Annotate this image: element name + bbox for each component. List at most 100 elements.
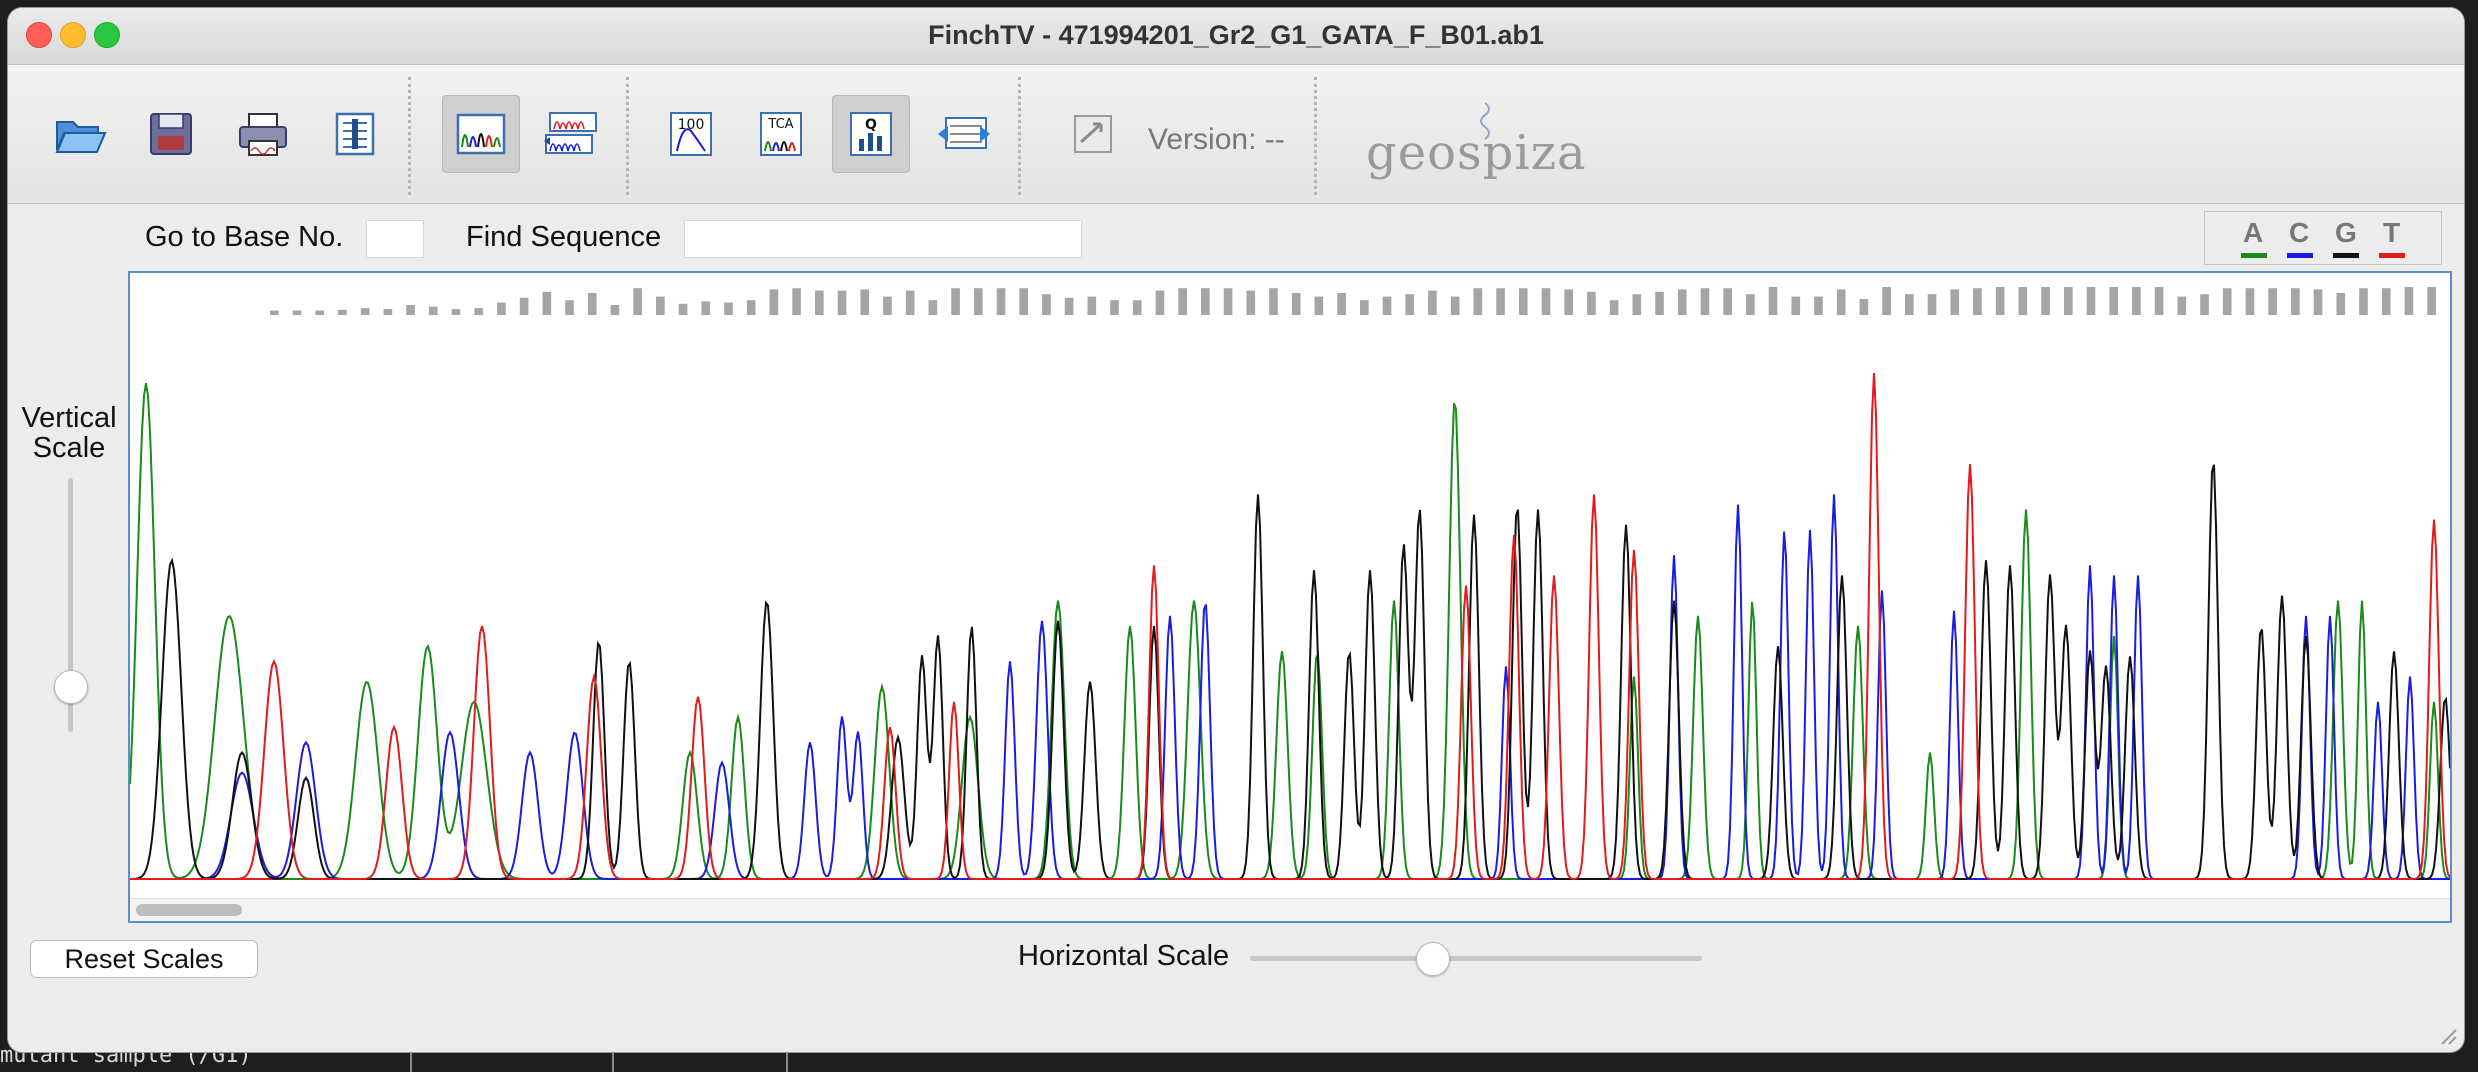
quality-bar [1132,300,1142,315]
quality-bar [1859,299,1869,315]
quality-bar [701,301,711,315]
horizontal-scale-label: Horizontal Scale [1018,940,1230,972]
quality-bar [1677,289,1687,315]
quality-bar [633,288,642,315]
quality-bar [1087,296,1097,315]
open-button[interactable] [42,95,120,173]
quality-bar [1473,288,1483,315]
quality-bar [905,290,915,315]
quality-bar [1609,300,1619,315]
quality-bar [2222,288,2232,315]
quality-bar [1360,300,1369,315]
quality-bar [1632,294,1642,315]
quality-bar [1768,287,1778,315]
multi-view-button[interactable] [532,95,610,173]
toolbar-separator [1018,77,1021,195]
quality-bar [2291,288,2300,315]
quality-bar [1836,289,1846,315]
quality-bar [1927,294,1937,315]
horizontal-scrollbar[interactable] [130,898,2450,921]
legend-t-label: T [2383,217,2401,248]
quality-bar [2359,288,2368,315]
quality-bar [1950,289,1960,315]
quality-bar [656,296,665,315]
quality-bar [1110,300,1119,315]
legend-c-label: C [2289,217,2310,248]
quality-button[interactable]: Q [832,95,910,173]
wrap-button[interactable] [924,95,1002,173]
quality-bar [1587,291,1596,315]
quality-bar [610,305,620,315]
quality-bar [428,306,438,315]
quality-bar [2086,287,2096,315]
save-button[interactable] [132,95,210,173]
goto-base-input[interactable] [366,220,424,258]
wrap-arrow-icon [938,117,990,149]
quality-bar [815,290,824,315]
chromatogram-multi-icon [544,112,597,154]
horizontal-scrollbar-thumb[interactable] [136,904,242,916]
quality-bar [746,300,756,315]
svg-text:TCA: TCA [767,117,793,132]
tca-icon: TCA [760,112,802,156]
quality-bar [451,309,461,315]
version-label: Version: -- [1148,123,1285,156]
quality-bar [2109,287,2119,315]
quality-bar [1428,290,1437,315]
quality-bar [1450,296,1460,315]
quality-bar [1814,296,1823,315]
toolbar-separator [1314,77,1317,195]
quality-bar [792,288,801,315]
quality-bar [2381,288,2391,315]
quality-bar [1064,297,1074,315]
legend-g-label: G [2335,217,2357,248]
quality-bar [2245,288,2255,315]
quality-bar [724,302,733,315]
chromatogram-single-icon [456,113,506,155]
quality-bar [2404,287,2414,315]
chromatogram-svg [130,287,2450,881]
svg-text:Q: Q [865,117,877,133]
quality-bar [587,293,597,315]
tca-button[interactable]: TCA [742,95,820,173]
quality-bar [1882,287,1891,315]
reset-scales-button[interactable]: Reset Scales [30,940,258,978]
quality-bar [973,288,983,315]
quality-bar [1178,288,1187,315]
quality-bar [2018,287,2028,315]
quality-bar [678,303,688,315]
quality-bar [1269,288,1278,315]
horizontal-scale-slider[interactable] [1416,942,1450,976]
quality-bar [1042,294,1051,315]
legend-g-swatch [2333,253,2359,258]
base-color-legend: A C G T [2204,211,2442,265]
geospiza-logo: geospiza [1366,125,1587,181]
quality-bar [1314,296,1324,315]
quality-bar [837,290,847,315]
finchtv-window: FinchTV - 471994201_Gr2_G1_GATA_F_B01.ab… [8,8,2464,1052]
vertical-scale-slider[interactable] [54,670,88,704]
chromatogram-plot[interactable] [128,271,2452,923]
quality-bar [1541,288,1551,315]
single-view-button[interactable] [442,95,520,173]
quality-bar [1291,293,1301,315]
quality-bar [1995,287,2005,315]
print-button[interactable] [224,95,302,173]
quality-bar [1382,296,1392,315]
horizontal-scale-track[interactable] [1250,956,1702,961]
quality-bar [860,289,870,315]
peak-100-icon: 100 [670,112,712,156]
quality-bar [2177,296,2187,315]
toolbar: 100 TCA Q Version: -- geospiza [8,65,2464,204]
quality-bar [1791,296,1801,315]
legend-a-swatch [2241,253,2267,258]
plugin-button[interactable] [1054,95,1132,173]
toolbar-separator [408,77,411,195]
quality-bar [1973,288,1982,315]
peak-100-button[interactable]: 100 [652,95,730,173]
quality-bar [519,297,529,315]
quality-bar [338,309,347,315]
quality-bar [2132,287,2141,315]
find-sequence-input[interactable] [684,220,1082,258]
info-button[interactable] [316,95,394,173]
